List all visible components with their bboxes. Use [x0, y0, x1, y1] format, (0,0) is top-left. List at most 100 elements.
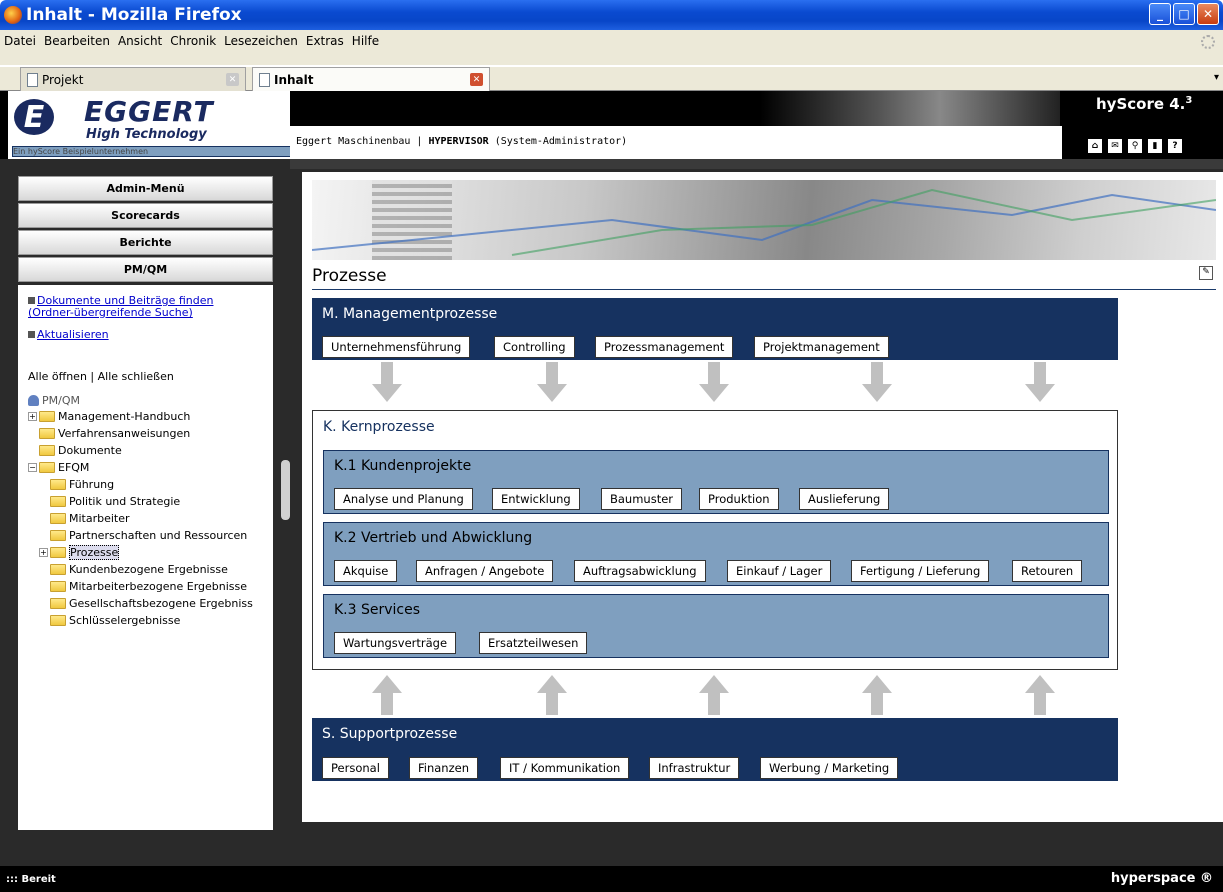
product-version: 3 — [1185, 95, 1193, 106]
window-title: Inhalt - Mozilla Firefox — [26, 5, 242, 25]
arrow-up-icon — [537, 675, 567, 715]
process-retouren[interactable]: Retouren — [1012, 560, 1083, 582]
content-panel: Prozesse ✎ M. Managementprozesse Unterne… — [302, 172, 1223, 822]
tab-inhalt[interactable]: Inhalt ✕ — [252, 67, 490, 91]
menu-datei[interactable]: Datei — [4, 34, 36, 48]
tree-controls: Alle öffnen | Alle schließen — [28, 370, 174, 383]
process-auftragsabwicklung[interactable]: Auftragsabwicklung — [574, 560, 706, 582]
tree-label: Partnerschaften und Ressourcen — [69, 528, 248, 542]
folder-icon — [50, 563, 66, 575]
arrow-down-icon — [699, 362, 729, 402]
process-entwicklung[interactable]: Entwicklung — [492, 488, 580, 510]
menu-lesezeichen[interactable]: Lesezeichen — [224, 34, 298, 48]
arrow-down-icon — [1025, 362, 1055, 402]
process-akquise[interactable]: Akquise — [334, 560, 398, 582]
process-werbung-marketing[interactable]: Werbung / Marketing — [760, 757, 899, 779]
firefox-icon — [4, 6, 22, 24]
k1-box: K.1 Kundenprojekte Analyse und Planung E… — [323, 450, 1109, 514]
maximize-button[interactable]: □ — [1173, 3, 1195, 25]
book-icon[interactable]: ▮ — [1148, 139, 1162, 153]
tree-item-mitarbeiter[interactable]: Mitarbeiter — [50, 510, 130, 526]
process-unternehmensfuehrung[interactable]: Unternehmensführung — [322, 336, 471, 358]
arrow-down-icon — [862, 362, 892, 402]
folder-icon — [50, 580, 66, 592]
process-auslieferung[interactable]: Auslieferung — [799, 488, 890, 510]
tree-item-prozesse[interactable]: + Prozesse — [39, 544, 120, 560]
page-icon — [259, 72, 270, 87]
nav-berichte[interactable]: Berichte — [18, 230, 273, 255]
process-analyse-planung[interactable]: Analyse und Planung — [334, 488, 473, 510]
search-icon[interactable]: ⚲ — [1128, 139, 1142, 153]
tree-item-schluesselergebnisse[interactable]: Schlüsselergebnisse — [50, 612, 180, 628]
process-fertigung-lieferung[interactable]: Fertigung / Lieferung — [851, 560, 990, 582]
link-dokumente-finden[interactable]: Dokumente und Beiträge finden (Ordner-üb… — [28, 295, 258, 319]
folder-icon — [39, 427, 55, 439]
menu-extras[interactable]: Extras — [306, 34, 344, 48]
expand-icon[interactable]: + — [39, 547, 48, 557]
company-name: Eggert Maschinenbau | — [296, 136, 423, 147]
support-heading: S. Supportprozesse — [322, 726, 458, 742]
arrow-up-icon — [1025, 675, 1055, 715]
menu-hilfe[interactable]: Hilfe — [352, 34, 379, 48]
process-ersatzteilwesen[interactable]: Ersatzteilwesen — [479, 632, 588, 654]
link-aktualisieren[interactable]: Aktualisieren — [28, 329, 109, 341]
process-wartungsvertraege[interactable]: Wartungsverträge — [334, 632, 457, 654]
open-all-link[interactable]: Alle öffnen — [28, 370, 87, 383]
help-icon[interactable]: ? — [1168, 139, 1182, 153]
k3-heading: K.3 Services — [334, 602, 421, 618]
menu-ansicht[interactable]: Ansicht — [118, 34, 162, 48]
folder-icon — [50, 495, 66, 507]
sidebar-resize-handle[interactable] — [281, 460, 290, 520]
close-all-link[interactable]: Alle schließen — [98, 370, 174, 383]
tree-item-politik[interactable]: Politik und Strategie — [50, 493, 180, 509]
tree-item-dokumente[interactable]: Dokumente — [39, 442, 122, 458]
process-projektmanagement[interactable]: Projektmanagement — [754, 336, 889, 358]
process-personal[interactable]: Personal — [322, 757, 389, 779]
arrow-down-icon — [537, 362, 567, 402]
minimize-button[interactable]: _ — [1149, 3, 1171, 25]
tree-label: Mitarbeiterbezogene Ergebnisse — [69, 579, 248, 593]
tree-item-verfahrensanweisungen[interactable]: Verfahrensanweisungen — [39, 425, 190, 441]
process-finanzen[interactable]: Finanzen — [409, 757, 478, 779]
tree-root[interactable]: PM/QM — [28, 392, 80, 408]
process-prozessmanagement[interactable]: Prozessmanagement — [595, 336, 734, 358]
process-controlling[interactable]: Controlling — [494, 336, 575, 358]
edit-page-icon[interactable]: ✎ — [1199, 266, 1213, 280]
arrow-down-icon — [372, 362, 402, 402]
tree-label: Schlüsselergebnisse — [69, 613, 181, 627]
menu-bearbeiten[interactable]: Bearbeiten — [44, 34, 110, 48]
close-button[interactable]: ✕ — [1197, 3, 1219, 25]
tab-close-icon[interactable]: ✕ — [226, 73, 239, 86]
process-anfragen-angebote[interactable]: Anfragen / Angebote — [416, 560, 554, 582]
process-infrastruktur[interactable]: Infrastruktur — [649, 757, 740, 779]
expand-icon[interactable]: + — [28, 411, 37, 421]
tree-item-management-handbuch[interactable]: + Management-Handbuch — [28, 408, 190, 424]
nav-admin-menu[interactable]: Admin-Menü — [18, 176, 273, 201]
tab-projekt[interactable]: Projekt ✕ — [20, 67, 246, 91]
tree-label: Führung — [69, 477, 115, 491]
tab-list-chevron-icon[interactable]: ▾ — [1214, 72, 1219, 83]
tab-close-icon[interactable]: ✕ — [470, 73, 483, 86]
tree-item-fuehrung[interactable]: Führung — [50, 476, 114, 492]
tree-item-mitarbeiterbezogene[interactable]: Mitarbeiterbezogene Ergebnisse — [50, 578, 247, 594]
tree-item-efqm[interactable]: − EFQM — [28, 459, 89, 475]
menu-chronik[interactable]: Chronik — [170, 34, 216, 48]
home-icon[interactable]: ⌂ — [1088, 139, 1102, 153]
process-einkauf-lager[interactable]: Einkauf / Lager — [727, 560, 832, 582]
tree-item-partnerschaften[interactable]: Partnerschaften und Ressourcen — [50, 527, 247, 543]
hyperspace-label: hyperspace — [1110, 871, 1196, 886]
tree-label: Verfahrensanweisungen — [58, 426, 191, 440]
header-toolbar: ⌂ ✉ ⚲ ▮ ? — [1088, 139, 1182, 153]
tree-item-kundenbezogene[interactable]: Kundenbezogene Ergebnisse — [50, 561, 228, 577]
mail-icon[interactable]: ✉ — [1108, 139, 1122, 153]
nav-pmqm[interactable]: PM/QM — [18, 257, 273, 282]
process-it-kommunikation[interactable]: IT / Kommunikation — [500, 757, 630, 779]
tree-label: Dokumente — [58, 443, 122, 457]
product-label: hyScore 4. — [1096, 95, 1186, 113]
collapse-icon[interactable]: − — [28, 462, 37, 472]
kern-heading: K. Kernprozesse — [323, 419, 435, 435]
process-produktion[interactable]: Produktion — [699, 488, 779, 510]
process-baumuster[interactable]: Baumuster — [601, 488, 683, 510]
nav-scorecards[interactable]: Scorecards — [18, 203, 273, 228]
tree-item-gesellschaftsbezogene[interactable]: Gesellschaftsbezogene Ergebniss — [50, 595, 253, 611]
